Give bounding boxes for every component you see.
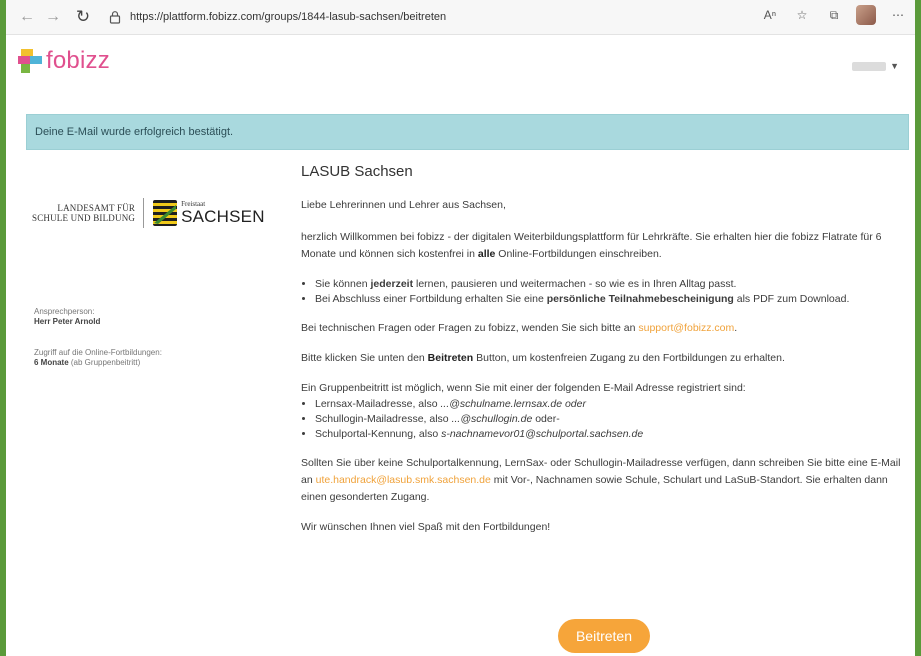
alert-text: Deine E-Mail wurde erfolgreich bestätigt… (35, 126, 234, 138)
support-text-b: . (734, 322, 738, 334)
bullet1-text-b: lernen, pausieren und weitermachen - so … (413, 278, 737, 290)
forward-arrow-icon[interactable]: → (40, 4, 66, 30)
list-item: Schulportal-Kennung, also s-nachnamevor0… (315, 427, 901, 442)
opt2-italic: ...@schullogin.de (451, 413, 533, 425)
read-aloud-icon[interactable]: Aⁿ (759, 4, 781, 26)
url-text[interactable]: https://plattform.fobizz.com/groups/1844… (130, 11, 446, 23)
benefits-list: Sie können jederzeit lernen, pausieren u… (301, 277, 901, 307)
collections-icon[interactable]: ⧉ (823, 4, 845, 26)
contact-email-link[interactable]: ute.handrack@lasub.smk.sachsen.de (316, 474, 491, 486)
opt1-text: Lernsax-Mailadresse, also (315, 398, 441, 410)
main-content: LASUB Sachsen Liebe Lehrerinnen und Lehr… (301, 163, 901, 536)
support-email-link[interactable]: support@fobizz.com (638, 322, 734, 334)
eligibility-intro: Ein Gruppenbeitritt ist möglich, wenn Si… (301, 382, 746, 394)
lock-icon (109, 11, 121, 24)
user-menu[interactable]: ▼ (852, 61, 899, 71)
user-name-redacted (852, 61, 887, 71)
contact-label: Ansprechperson: (34, 307, 95, 316)
list-item: Schullogin-Mailadresse, also ...@schullo… (315, 412, 901, 427)
bullet2-text-b: als PDF zum Download. (733, 293, 850, 305)
intro-text-b: Online-Fortbildungen einschreiben. (495, 248, 662, 260)
contact-info: Ansprechperson: Herr Peter Arnold (34, 307, 234, 327)
access-duration: 6 Monate (34, 358, 69, 367)
fobizz-logo[interactable]: fobizz (18, 47, 110, 75)
opt1-italic: ...@schulname.lernsax.de oder (440, 398, 586, 410)
opt2-suffix: oder- (532, 413, 560, 425)
bullet1-bold: jederzeit (370, 278, 414, 290)
opt3-italic: s-nachnamevor01@schulportal.sachsen.de (441, 428, 644, 440)
sachsen-label: SACHSEN (181, 207, 265, 226)
access-label: Zugriff auf die Online-Fortbildungen: (34, 348, 162, 357)
back-arrow-icon[interactable]: ← (14, 4, 40, 30)
lasub-line-2: SCHULE UND BILDUNG (32, 213, 136, 223)
instruction-text-a: Bitte klicken Sie unten den (301, 352, 428, 364)
instruction-paragraph: Bitte klicken Sie unten den Beitreten Bu… (301, 350, 901, 367)
eligibility-list: Lernsax-Mailadresse, also ...@schulname.… (301, 397, 901, 442)
contact-name: Herr Peter Arnold (34, 317, 101, 326)
page-title: LASUB Sachsen (301, 163, 413, 180)
logo-text: fobizz (46, 47, 110, 74)
chevron-down-icon: ▼ (890, 61, 899, 71)
access-info: Zugriff auf die Online-Fortbildungen: 6 … (34, 348, 234, 368)
greeting: Liebe Lehrerinnen und Lehrer aus Sachsen… (301, 199, 506, 211)
support-paragraph: Bei technischen Fragen oder Fragen zu fo… (301, 320, 901, 337)
lasub-line-1: LANDESAMT FÜR (57, 203, 136, 213)
browser-window: ← → ↻ https://plattform.fobizz.com/group… (6, 0, 915, 656)
address-bar[interactable]: https://plattform.fobizz.com/groups/1844… (108, 4, 748, 30)
instruction-text-b: Button, um kostenfreien Zugang zu den Fo… (473, 352, 785, 364)
join-button[interactable]: Beitreten (558, 619, 650, 653)
lasub-logo: LANDESAMT FÜR SCHULE UND BILDUNG (32, 203, 135, 223)
browser-toolbar: ← → ↻ https://plattform.fobizz.com/group… (6, 0, 915, 35)
access-duration-note: (ab Gruppenbeitritt) (68, 358, 141, 367)
fallback-paragraph: Sollten Sie über keine Schulportalkennun… (301, 455, 901, 506)
profile-avatar[interactable] (855, 4, 877, 26)
intro-bold: alle (477, 248, 496, 260)
bullet2-bold: persönliche Teilnahmebescheinigung (546, 293, 734, 305)
more-menu-icon[interactable]: ⋯ (887, 4, 909, 26)
list-item: Bei Abschluss einer Fortbildung erhalten… (315, 292, 901, 307)
fobizz-logo-mark-icon (18, 49, 42, 73)
logo-divider (143, 198, 145, 228)
instruction-bold: Beitreten (427, 352, 474, 364)
site-header: fobizz ▼ (6, 35, 915, 93)
sachsen-crest-icon (153, 200, 178, 226)
sachsen-logo-text: Freistaat SACHSEN (181, 201, 265, 226)
support-text-a: Bei technischen Fragen oder Fragen zu fo… (301, 322, 639, 334)
success-alert: Deine E-Mail wurde erfolgreich bestätigt… (26, 114, 909, 150)
partner-logos: LANDESAMT FÜR SCHULE UND BILDUNG Freista… (32, 198, 265, 228)
closing-text: Wir wünschen Ihnen viel Spaß mit den For… (301, 521, 551, 533)
intro-paragraph: herzlich Willkommen bei fobizz - der dig… (301, 229, 901, 263)
bullet1-text-a: Sie können (315, 278, 371, 290)
opt2-text: Schullogin-Mailadresse, also (315, 413, 452, 425)
list-item: Sie können jederzeit lernen, pausieren u… (315, 277, 901, 292)
bullet2-text-a: Bei Abschluss einer Fortbildung erhalten… (315, 293, 547, 305)
opt3-text: Schulportal-Kennung, also (315, 428, 442, 440)
refresh-icon[interactable]: ↻ (70, 4, 96, 30)
favorite-star-icon[interactable]: ☆ (791, 4, 813, 26)
list-item: Lernsax-Mailadresse, also ...@schulname.… (315, 397, 901, 412)
